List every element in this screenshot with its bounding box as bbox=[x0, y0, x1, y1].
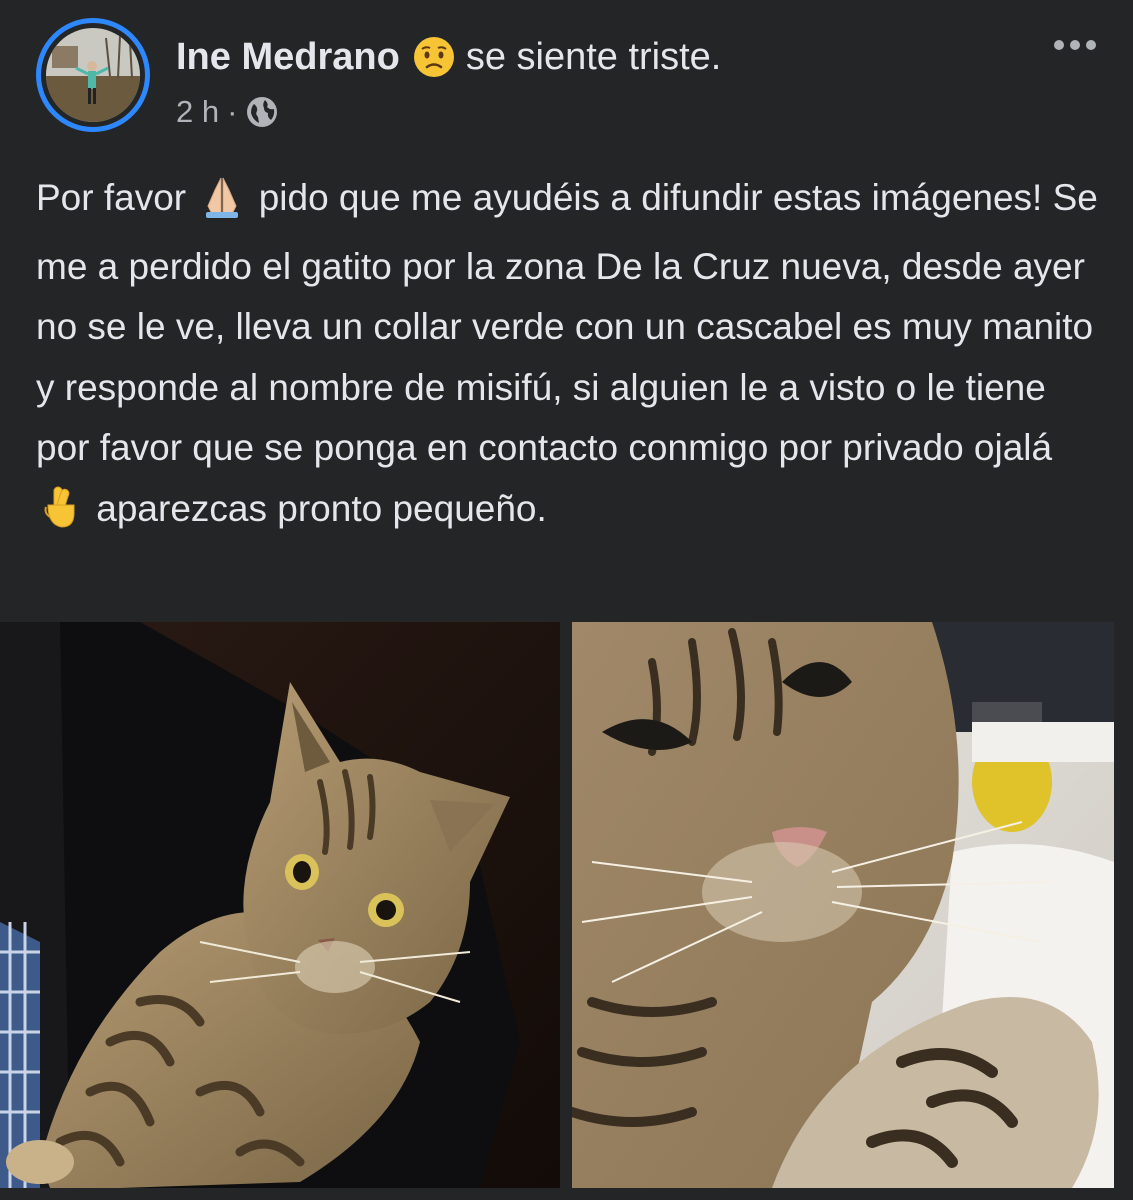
post-header: Ine Medrano se siente triste. bbox=[176, 34, 721, 80]
photo-grid bbox=[0, 622, 1133, 1200]
timestamp[interactable]: 2 h bbox=[176, 92, 219, 132]
avatar-image bbox=[46, 28, 140, 122]
photo-right[interactable] bbox=[572, 622, 1114, 1188]
sad-face-icon bbox=[412, 35, 456, 79]
folded-hands-icon bbox=[202, 176, 242, 237]
dot bbox=[1086, 40, 1096, 50]
crossed-fingers-icon bbox=[42, 485, 80, 548]
post-text: Por favor pido que me ayudéis a difundir… bbox=[36, 168, 1106, 547]
dot bbox=[1070, 40, 1080, 50]
post-card: Ine Medrano se siente triste. 2 h · Por … bbox=[0, 0, 1133, 1200]
post-text-part3: aparezcas pronto pequeño. bbox=[96, 487, 547, 529]
dot bbox=[1054, 40, 1064, 50]
feeling-text: se siente triste. bbox=[465, 36, 722, 78]
more-options-icon[interactable] bbox=[1047, 30, 1103, 60]
post-text-part2: pido que me ayudéis a difundir estas imá… bbox=[36, 177, 1098, 468]
avatar[interactable] bbox=[46, 28, 140, 122]
post-meta: 2 h · bbox=[176, 92, 279, 132]
globe-icon[interactable] bbox=[245, 95, 279, 129]
author-name[interactable]: Ine Medrano bbox=[176, 34, 400, 80]
tabby-cat-closeup-photo bbox=[572, 622, 1114, 1188]
meta-separator: · bbox=[227, 94, 238, 129]
photo-left[interactable] bbox=[0, 622, 560, 1188]
post-text-part1: Por favor bbox=[36, 177, 187, 218]
tabby-cat-held-photo bbox=[0, 622, 560, 1188]
avatar-story-ring[interactable] bbox=[36, 18, 150, 132]
